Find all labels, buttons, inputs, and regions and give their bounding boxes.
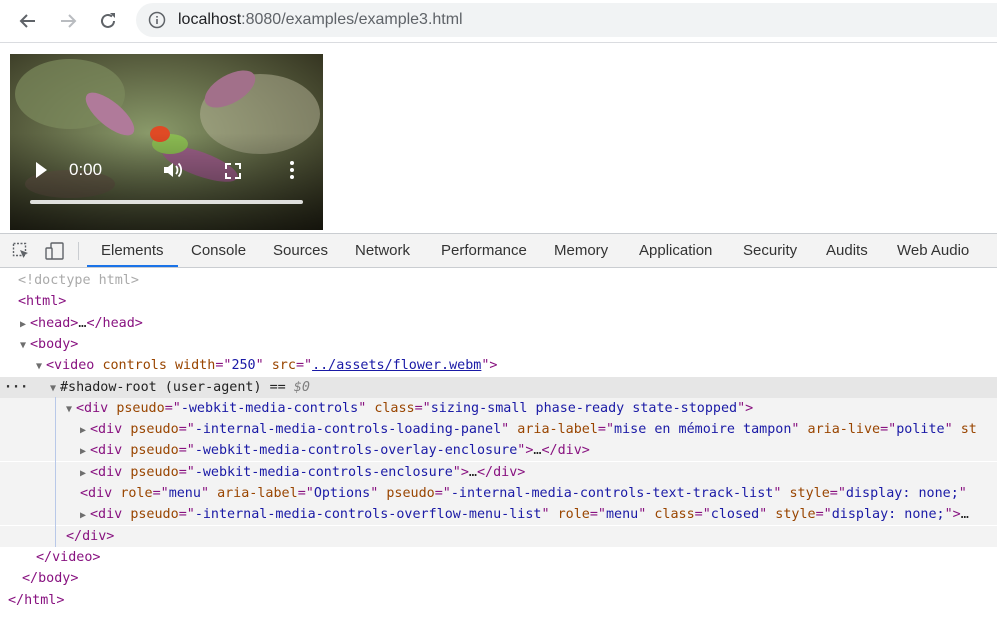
back-arrow-icon bbox=[19, 14, 35, 28]
tab-application[interactable]: Application bbox=[639, 234, 712, 267]
dom-tree-node[interactable]: ▼ <div pseudo="-webkit-media-controls" cl… bbox=[0, 397, 997, 420]
info-icon[interactable] bbox=[148, 11, 166, 34]
toolbar-divider bbox=[78, 242, 79, 260]
current-time: 0:00 bbox=[69, 160, 103, 179]
reload-icon bbox=[101, 13, 115, 28]
url-rest: :8080/examples/example3.html bbox=[241, 11, 463, 28]
tab-audits[interactable]: Audits bbox=[826, 234, 868, 267]
devtools-tabbar: Elements Console Sources Network Perform… bbox=[0, 234, 997, 268]
dom-tree-node[interactable]: ··· ▼ #shadow-root (user-agent) == $0 bbox=[0, 376, 997, 399]
dom-tree-node[interactable]: </body> bbox=[0, 568, 997, 589]
play-button[interactable] bbox=[34, 160, 48, 185]
video-player[interactable]: 0:00 bbox=[10, 54, 323, 230]
play-icon bbox=[36, 162, 47, 178]
dom-tree-node[interactable]: </html> bbox=[0, 590, 997, 611]
browser-toolbar: localhost:8080/examples/example3.html bbox=[0, 0, 997, 43]
expand-triangle-icon[interactable]: ▶ bbox=[80, 463, 90, 484]
dom-tree-node[interactable]: <html> bbox=[0, 291, 997, 312]
dom-tree-node[interactable]: ▶ <div pseudo="-webkit-media-controls-enc… bbox=[0, 461, 997, 484]
dom-tree-node[interactable]: ▶ <div pseudo="-webkit-media-controls-ove… bbox=[0, 440, 997, 462]
collapse-triangle-icon[interactable]: ▼ bbox=[20, 335, 30, 356]
tab-elements[interactable]: Elements bbox=[87, 234, 177, 267]
back-button[interactable] bbox=[14, 7, 42, 35]
fullscreen-button[interactable] bbox=[224, 162, 242, 185]
dom-tree-node[interactable]: ▶ <head>…</head> bbox=[0, 313, 997, 334]
tab-web-audio[interactable]: Web Audio bbox=[897, 234, 969, 267]
dom-tree-node[interactable]: ▼ <body> bbox=[0, 334, 997, 355]
inspect-element-icon[interactable] bbox=[12, 242, 30, 265]
expand-triangle-icon[interactable]: ▶ bbox=[20, 314, 30, 335]
tab-console[interactable]: Console bbox=[191, 234, 246, 267]
expand-triangle-icon[interactable]: ▶ bbox=[80, 505, 90, 526]
mute-button[interactable] bbox=[162, 160, 184, 185]
more-vertical-icon bbox=[290, 161, 294, 179]
expand-triangle-icon[interactable]: ▶ bbox=[80, 441, 90, 462]
timeline-scrubber[interactable] bbox=[30, 200, 303, 204]
collapse-triangle-icon[interactable]: ▼ bbox=[50, 378, 60, 399]
address-bar[interactable]: localhost:8080/examples/example3.html bbox=[136, 3, 997, 37]
tree-guide-line bbox=[55, 397, 56, 547]
dom-tree-node[interactable]: ▶ <div pseudo="-internal-media-controls-o… bbox=[0, 504, 997, 526]
dom-tree-node[interactable]: <div role="menu" aria-label="Options" ps… bbox=[0, 483, 997, 504]
dom-tree-node[interactable]: ▼ <video controls width="250" src="../ass… bbox=[0, 355, 997, 376]
dom-tree-node[interactable]: </video> bbox=[0, 547, 997, 568]
tab-memory[interactable]: Memory bbox=[554, 234, 608, 267]
dom-tree-node[interactable]: ▶ <div pseudo="-internal-media-controls-l… bbox=[0, 419, 997, 441]
url-text[interactable]: localhost:8080/examples/example3.html bbox=[178, 11, 463, 29]
forward-arrow-icon bbox=[61, 14, 77, 28]
reload-button[interactable] bbox=[94, 7, 122, 35]
tab-network[interactable]: Network bbox=[355, 234, 410, 267]
expand-triangle-icon[interactable]: ▶ bbox=[80, 420, 90, 441]
tab-performance[interactable]: Performance bbox=[441, 234, 527, 267]
node-actions-icon[interactable]: ··· bbox=[4, 377, 28, 398]
dom-tree-node[interactable]: </div> bbox=[0, 525, 997, 547]
collapse-triangle-icon[interactable]: ▼ bbox=[36, 356, 46, 377]
url-host: localhost bbox=[178, 11, 242, 28]
tab-sources[interactable]: Sources bbox=[273, 234, 328, 267]
forward-button[interactable] bbox=[54, 7, 82, 35]
volume-icon bbox=[164, 162, 183, 178]
fullscreen-icon bbox=[225, 163, 241, 179]
dom-tree-node[interactable]: <!doctype html> bbox=[0, 270, 997, 291]
tab-security[interactable]: Security bbox=[743, 234, 797, 267]
device-toolbar-icon[interactable] bbox=[45, 242, 65, 265]
collapse-triangle-icon[interactable]: ▼ bbox=[66, 399, 76, 420]
overflow-menu-button[interactable] bbox=[288, 160, 296, 185]
